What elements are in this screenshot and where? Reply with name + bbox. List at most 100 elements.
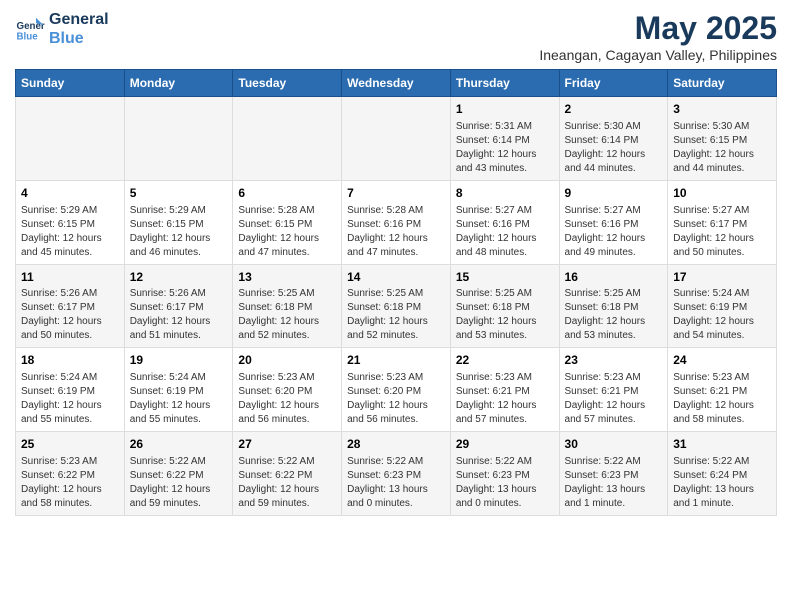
day-info-line: Daylight: 12 hours bbox=[456, 399, 554, 413]
day-info-line: Sunset: 6:17 PM bbox=[673, 218, 771, 232]
day-cell: 21Sunrise: 5:23 AMSunset: 6:20 PMDayligh… bbox=[342, 348, 451, 432]
week-row-2: 4Sunrise: 5:29 AMSunset: 6:15 PMDaylight… bbox=[16, 180, 777, 264]
day-info-line: Sunset: 6:18 PM bbox=[565, 301, 663, 315]
day-info-line: Sunrise: 5:23 AM bbox=[565, 371, 663, 385]
day-cell: 6Sunrise: 5:28 AMSunset: 6:15 PMDaylight… bbox=[233, 180, 342, 264]
day-cell: 12Sunrise: 5:26 AMSunset: 6:17 PMDayligh… bbox=[124, 264, 233, 348]
day-info-line: Sunrise: 5:23 AM bbox=[456, 371, 554, 385]
header-row: SundayMondayTuesdayWednesdayThursdayFrid… bbox=[16, 70, 777, 97]
day-info-line: Sunrise: 5:31 AM bbox=[456, 120, 554, 134]
day-info-line: Daylight: 12 hours bbox=[21, 315, 119, 329]
day-info-line: Sunset: 6:16 PM bbox=[565, 218, 663, 232]
day-number: 21 bbox=[347, 352, 445, 369]
day-number: 22 bbox=[456, 352, 554, 369]
day-cell: 25Sunrise: 5:23 AMSunset: 6:22 PMDayligh… bbox=[16, 432, 125, 516]
day-number: 19 bbox=[130, 352, 228, 369]
svg-text:Blue: Blue bbox=[17, 32, 39, 43]
day-info-line: Sunrise: 5:26 AM bbox=[21, 287, 119, 301]
day-number: 8 bbox=[456, 185, 554, 202]
day-cell: 23Sunrise: 5:23 AMSunset: 6:21 PMDayligh… bbox=[559, 348, 668, 432]
day-cell bbox=[233, 97, 342, 181]
day-info-line: Sunset: 6:24 PM bbox=[673, 469, 771, 483]
day-info-line: Daylight: 12 hours bbox=[21, 232, 119, 246]
day-info-line: and 57 minutes. bbox=[456, 413, 554, 427]
day-info-line: Sunrise: 5:22 AM bbox=[456, 455, 554, 469]
logo-icon: General Blue bbox=[15, 14, 45, 44]
day-info-line: Daylight: 12 hours bbox=[565, 315, 663, 329]
day-info-line: and 0 minutes. bbox=[456, 497, 554, 511]
week-row-4: 18Sunrise: 5:24 AMSunset: 6:19 PMDayligh… bbox=[16, 348, 777, 432]
day-info-line: Sunset: 6:15 PM bbox=[130, 218, 228, 232]
day-info-line: and 50 minutes. bbox=[21, 329, 119, 343]
subtitle: Ineangan, Cagayan Valley, Philippines bbox=[539, 47, 777, 63]
day-info-line: and 0 minutes. bbox=[347, 497, 445, 511]
day-info-line: and 44 minutes. bbox=[673, 162, 771, 176]
day-info-line: and 59 minutes. bbox=[130, 497, 228, 511]
day-cell: 8Sunrise: 5:27 AMSunset: 6:16 PMDaylight… bbox=[450, 180, 559, 264]
day-info-line: Sunset: 6:17 PM bbox=[130, 301, 228, 315]
day-cell: 30Sunrise: 5:22 AMSunset: 6:23 PMDayligh… bbox=[559, 432, 668, 516]
day-info-line: Sunrise: 5:24 AM bbox=[130, 371, 228, 385]
day-info-line: Daylight: 12 hours bbox=[673, 148, 771, 162]
day-cell: 11Sunrise: 5:26 AMSunset: 6:17 PMDayligh… bbox=[16, 264, 125, 348]
day-number: 10 bbox=[673, 185, 771, 202]
day-info-line: Sunrise: 5:28 AM bbox=[238, 204, 336, 218]
day-info-line: Daylight: 12 hours bbox=[130, 483, 228, 497]
logo: General Blue General Blue bbox=[15, 10, 109, 48]
day-info-line: Daylight: 12 hours bbox=[347, 315, 445, 329]
day-info-line: Sunrise: 5:24 AM bbox=[21, 371, 119, 385]
day-number: 2 bbox=[565, 101, 663, 118]
calendar-table: SundayMondayTuesdayWednesdayThursdayFrid… bbox=[15, 69, 777, 516]
day-info-line: Daylight: 12 hours bbox=[565, 148, 663, 162]
day-info-line: Daylight: 12 hours bbox=[673, 315, 771, 329]
day-number: 23 bbox=[565, 352, 663, 369]
day-info-line: Sunrise: 5:25 AM bbox=[456, 287, 554, 301]
day-cell: 3Sunrise: 5:30 AMSunset: 6:15 PMDaylight… bbox=[668, 97, 777, 181]
day-cell: 9Sunrise: 5:27 AMSunset: 6:16 PMDaylight… bbox=[559, 180, 668, 264]
day-cell bbox=[124, 97, 233, 181]
day-info-line: and 57 minutes. bbox=[565, 413, 663, 427]
day-info-line: Sunset: 6:16 PM bbox=[347, 218, 445, 232]
day-info-line: and 54 minutes. bbox=[673, 329, 771, 343]
day-info-line: Sunrise: 5:22 AM bbox=[130, 455, 228, 469]
day-info-line: Daylight: 13 hours bbox=[456, 483, 554, 497]
day-info-line: Sunset: 6:15 PM bbox=[673, 134, 771, 148]
day-info-line: Sunrise: 5:27 AM bbox=[673, 204, 771, 218]
day-cell: 27Sunrise: 5:22 AMSunset: 6:22 PMDayligh… bbox=[233, 432, 342, 516]
day-info-line: Sunset: 6:23 PM bbox=[347, 469, 445, 483]
day-info-line: and 43 minutes. bbox=[456, 162, 554, 176]
day-info-line: and 49 minutes. bbox=[565, 246, 663, 260]
day-number: 16 bbox=[565, 269, 663, 286]
day-number: 29 bbox=[456, 436, 554, 453]
day-info-line: and 58 minutes. bbox=[21, 497, 119, 511]
day-info-line: and 53 minutes. bbox=[456, 329, 554, 343]
day-info-line: Daylight: 12 hours bbox=[456, 232, 554, 246]
day-info-line: Sunset: 6:21 PM bbox=[673, 385, 771, 399]
day-cell: 19Sunrise: 5:24 AMSunset: 6:19 PMDayligh… bbox=[124, 348, 233, 432]
day-info-line: Sunset: 6:22 PM bbox=[21, 469, 119, 483]
day-info-line: Sunrise: 5:29 AM bbox=[21, 204, 119, 218]
day-number: 31 bbox=[673, 436, 771, 453]
day-cell: 5Sunrise: 5:29 AMSunset: 6:15 PMDaylight… bbox=[124, 180, 233, 264]
day-cell: 13Sunrise: 5:25 AMSunset: 6:18 PMDayligh… bbox=[233, 264, 342, 348]
header-thursday: Thursday bbox=[450, 70, 559, 97]
day-number: 4 bbox=[21, 185, 119, 202]
day-number: 26 bbox=[130, 436, 228, 453]
day-info-line: Sunset: 6:14 PM bbox=[565, 134, 663, 148]
day-cell: 17Sunrise: 5:24 AMSunset: 6:19 PMDayligh… bbox=[668, 264, 777, 348]
day-cell: 26Sunrise: 5:22 AMSunset: 6:22 PMDayligh… bbox=[124, 432, 233, 516]
day-info-line: Sunset: 6:14 PM bbox=[456, 134, 554, 148]
day-info-line: Sunset: 6:15 PM bbox=[238, 218, 336, 232]
day-info-line: and 48 minutes. bbox=[456, 246, 554, 260]
day-info-line: Sunrise: 5:29 AM bbox=[130, 204, 228, 218]
day-info-line: Daylight: 12 hours bbox=[673, 232, 771, 246]
day-number: 15 bbox=[456, 269, 554, 286]
day-info-line: Sunset: 6:21 PM bbox=[565, 385, 663, 399]
day-info-line: and 50 minutes. bbox=[673, 246, 771, 260]
header-sunday: Sunday bbox=[16, 70, 125, 97]
day-info-line: Sunset: 6:23 PM bbox=[565, 469, 663, 483]
day-cell: 7Sunrise: 5:28 AMSunset: 6:16 PMDaylight… bbox=[342, 180, 451, 264]
calendar-body: 1Sunrise: 5:31 AMSunset: 6:14 PMDaylight… bbox=[16, 97, 777, 516]
day-info-line: Daylight: 12 hours bbox=[238, 483, 336, 497]
main-title: May 2025 bbox=[539, 10, 777, 47]
